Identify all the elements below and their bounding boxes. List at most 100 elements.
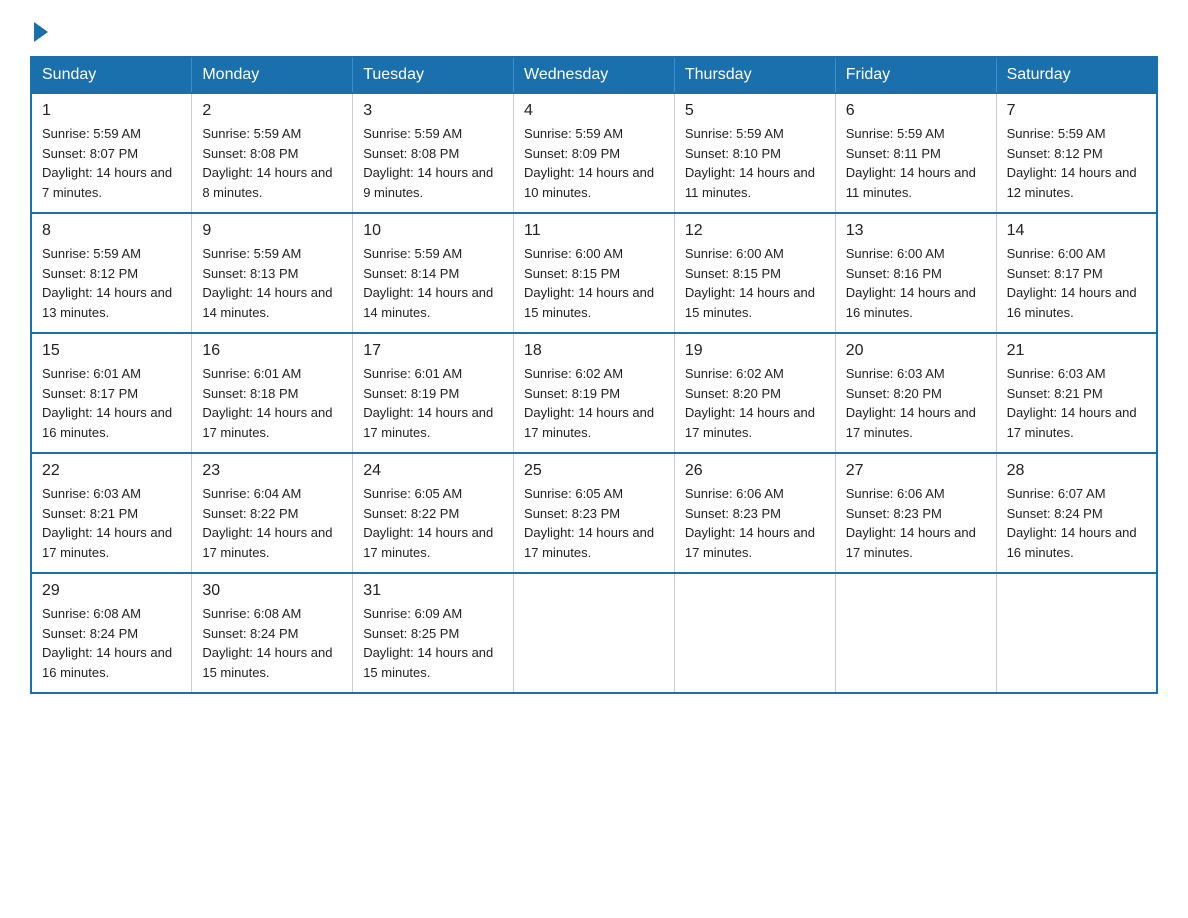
day-info: Sunrise: 6:01 AMSunset: 8:18 PMDaylight:… xyxy=(202,364,342,442)
calendar-cell-week4-day5 xyxy=(835,573,996,693)
day-number: 25 xyxy=(524,462,664,480)
calendar-cell-week1-day5: 13 Sunrise: 6:00 AMSunset: 8:16 PMDaylig… xyxy=(835,213,996,333)
day-number: 16 xyxy=(202,342,342,360)
day-number: 15 xyxy=(42,342,181,360)
day-info: Sunrise: 6:04 AMSunset: 8:22 PMDaylight:… xyxy=(202,484,342,562)
day-info: Sunrise: 6:02 AMSunset: 8:19 PMDaylight:… xyxy=(524,364,664,442)
day-number: 12 xyxy=(685,222,825,240)
calendar-cell-week4-day6 xyxy=(996,573,1157,693)
calendar-cell-week3-day3: 25 Sunrise: 6:05 AMSunset: 8:23 PMDaylig… xyxy=(514,453,675,573)
day-info: Sunrise: 5:59 AMSunset: 8:12 PMDaylight:… xyxy=(1007,124,1146,202)
day-info: Sunrise: 6:08 AMSunset: 8:24 PMDaylight:… xyxy=(202,604,342,682)
day-number: 11 xyxy=(524,222,664,240)
day-info: Sunrise: 5:59 AMSunset: 8:08 PMDaylight:… xyxy=(363,124,503,202)
weekday-header-sunday: Sunday xyxy=(31,57,192,93)
calendar-cell-week3-day6: 28 Sunrise: 6:07 AMSunset: 8:24 PMDaylig… xyxy=(996,453,1157,573)
day-number: 27 xyxy=(846,462,986,480)
calendar-cell-week2-day2: 17 Sunrise: 6:01 AMSunset: 8:19 PMDaylig… xyxy=(353,333,514,453)
day-info: Sunrise: 6:03 AMSunset: 8:21 PMDaylight:… xyxy=(42,484,181,562)
day-info: Sunrise: 6:02 AMSunset: 8:20 PMDaylight:… xyxy=(685,364,825,442)
day-number: 26 xyxy=(685,462,825,480)
calendar-cell-week1-day2: 10 Sunrise: 5:59 AMSunset: 8:14 PMDaylig… xyxy=(353,213,514,333)
day-number: 17 xyxy=(363,342,503,360)
calendar-cell-week0-day5: 6 Sunrise: 5:59 AMSunset: 8:11 PMDayligh… xyxy=(835,93,996,213)
day-number: 6 xyxy=(846,102,986,120)
calendar-cell-week1-day4: 12 Sunrise: 6:00 AMSunset: 8:15 PMDaylig… xyxy=(674,213,835,333)
weekday-header-saturday: Saturday xyxy=(996,57,1157,93)
day-number: 2 xyxy=(202,102,342,120)
calendar-cell-week2-day5: 20 Sunrise: 6:03 AMSunset: 8:20 PMDaylig… xyxy=(835,333,996,453)
day-info: Sunrise: 6:08 AMSunset: 8:24 PMDaylight:… xyxy=(42,604,181,682)
day-info: Sunrise: 6:09 AMSunset: 8:25 PMDaylight:… xyxy=(363,604,503,682)
calendar-cell-week2-day0: 15 Sunrise: 6:01 AMSunset: 8:17 PMDaylig… xyxy=(31,333,192,453)
day-info: Sunrise: 5:59 AMSunset: 8:13 PMDaylight:… xyxy=(202,244,342,322)
calendar-cell-week4-day0: 29 Sunrise: 6:08 AMSunset: 8:24 PMDaylig… xyxy=(31,573,192,693)
day-info: Sunrise: 5:59 AMSunset: 8:14 PMDaylight:… xyxy=(363,244,503,322)
day-number: 18 xyxy=(524,342,664,360)
day-number: 22 xyxy=(42,462,181,480)
calendar-cell-week3-day4: 26 Sunrise: 6:06 AMSunset: 8:23 PMDaylig… xyxy=(674,453,835,573)
weekday-header-friday: Friday xyxy=(835,57,996,93)
calendar-cell-week3-day5: 27 Sunrise: 6:06 AMSunset: 8:23 PMDaylig… xyxy=(835,453,996,573)
calendar-cell-week0-day1: 2 Sunrise: 5:59 AMSunset: 8:08 PMDayligh… xyxy=(192,93,353,213)
day-info: Sunrise: 6:00 AMSunset: 8:15 PMDaylight:… xyxy=(524,244,664,322)
calendar-cell-week2-day6: 21 Sunrise: 6:03 AMSunset: 8:21 PMDaylig… xyxy=(996,333,1157,453)
day-info: Sunrise: 6:03 AMSunset: 8:20 PMDaylight:… xyxy=(846,364,986,442)
day-number: 14 xyxy=(1007,222,1146,240)
day-number: 8 xyxy=(42,222,181,240)
day-info: Sunrise: 6:05 AMSunset: 8:22 PMDaylight:… xyxy=(363,484,503,562)
calendar-cell-week3-day0: 22 Sunrise: 6:03 AMSunset: 8:21 PMDaylig… xyxy=(31,453,192,573)
calendar-cell-week1-day3: 11 Sunrise: 6:00 AMSunset: 8:15 PMDaylig… xyxy=(514,213,675,333)
day-number: 7 xyxy=(1007,102,1146,120)
day-number: 30 xyxy=(202,582,342,600)
day-number: 20 xyxy=(846,342,986,360)
day-number: 24 xyxy=(363,462,503,480)
calendar-cell-week0-day6: 7 Sunrise: 5:59 AMSunset: 8:12 PMDayligh… xyxy=(996,93,1157,213)
day-info: Sunrise: 6:01 AMSunset: 8:17 PMDaylight:… xyxy=(42,364,181,442)
day-info: Sunrise: 5:59 AMSunset: 8:12 PMDaylight:… xyxy=(42,244,181,322)
day-info: Sunrise: 6:07 AMSunset: 8:24 PMDaylight:… xyxy=(1007,484,1146,562)
logo xyxy=(30,20,48,38)
day-number: 29 xyxy=(42,582,181,600)
weekday-header-thursday: Thursday xyxy=(674,57,835,93)
calendar-cell-week0-day0: 1 Sunrise: 5:59 AMSunset: 8:07 PMDayligh… xyxy=(31,93,192,213)
calendar-cell-week2-day1: 16 Sunrise: 6:01 AMSunset: 8:18 PMDaylig… xyxy=(192,333,353,453)
day-number: 5 xyxy=(685,102,825,120)
calendar-cell-week1-day1: 9 Sunrise: 5:59 AMSunset: 8:13 PMDayligh… xyxy=(192,213,353,333)
day-info: Sunrise: 5:59 AMSunset: 8:10 PMDaylight:… xyxy=(685,124,825,202)
calendar-cell-week0-day4: 5 Sunrise: 5:59 AMSunset: 8:10 PMDayligh… xyxy=(674,93,835,213)
weekday-header-wednesday: Wednesday xyxy=(514,57,675,93)
day-number: 21 xyxy=(1007,342,1146,360)
day-number: 9 xyxy=(202,222,342,240)
calendar-cell-week3-day2: 24 Sunrise: 6:05 AMSunset: 8:22 PMDaylig… xyxy=(353,453,514,573)
day-info: Sunrise: 5:59 AMSunset: 8:08 PMDaylight:… xyxy=(202,124,342,202)
day-info: Sunrise: 6:00 AMSunset: 8:16 PMDaylight:… xyxy=(846,244,986,322)
calendar-cell-week3-day1: 23 Sunrise: 6:04 AMSunset: 8:22 PMDaylig… xyxy=(192,453,353,573)
day-info: Sunrise: 6:00 AMSunset: 8:15 PMDaylight:… xyxy=(685,244,825,322)
weekday-header-tuesday: Tuesday xyxy=(353,57,514,93)
day-number: 1 xyxy=(42,102,181,120)
day-info: Sunrise: 6:05 AMSunset: 8:23 PMDaylight:… xyxy=(524,484,664,562)
calendar-cell-week2-day3: 18 Sunrise: 6:02 AMSunset: 8:19 PMDaylig… xyxy=(514,333,675,453)
day-number: 13 xyxy=(846,222,986,240)
day-number: 19 xyxy=(685,342,825,360)
day-number: 3 xyxy=(363,102,503,120)
calendar-cell-week4-day2: 31 Sunrise: 6:09 AMSunset: 8:25 PMDaylig… xyxy=(353,573,514,693)
calendar-cell-week4-day1: 30 Sunrise: 6:08 AMSunset: 8:24 PMDaylig… xyxy=(192,573,353,693)
calendar-table: SundayMondayTuesdayWednesdayThursdayFrid… xyxy=(30,56,1158,694)
calendar-cell-week4-day3 xyxy=(514,573,675,693)
calendar-cell-week0-day2: 3 Sunrise: 5:59 AMSunset: 8:08 PMDayligh… xyxy=(353,93,514,213)
day-number: 28 xyxy=(1007,462,1146,480)
day-number: 31 xyxy=(363,582,503,600)
day-info: Sunrise: 5:59 AMSunset: 8:11 PMDaylight:… xyxy=(846,124,986,202)
day-info: Sunrise: 6:00 AMSunset: 8:17 PMDaylight:… xyxy=(1007,244,1146,322)
calendar-cell-week2-day4: 19 Sunrise: 6:02 AMSunset: 8:20 PMDaylig… xyxy=(674,333,835,453)
logo-arrow-icon xyxy=(34,22,48,42)
day-number: 4 xyxy=(524,102,664,120)
calendar-cell-week4-day4 xyxy=(674,573,835,693)
day-info: Sunrise: 6:06 AMSunset: 8:23 PMDaylight:… xyxy=(846,484,986,562)
page-header xyxy=(30,20,1158,38)
calendar-cell-week0-day3: 4 Sunrise: 5:59 AMSunset: 8:09 PMDayligh… xyxy=(514,93,675,213)
calendar-cell-week1-day6: 14 Sunrise: 6:00 AMSunset: 8:17 PMDaylig… xyxy=(996,213,1157,333)
day-info: Sunrise: 5:59 AMSunset: 8:09 PMDaylight:… xyxy=(524,124,664,202)
